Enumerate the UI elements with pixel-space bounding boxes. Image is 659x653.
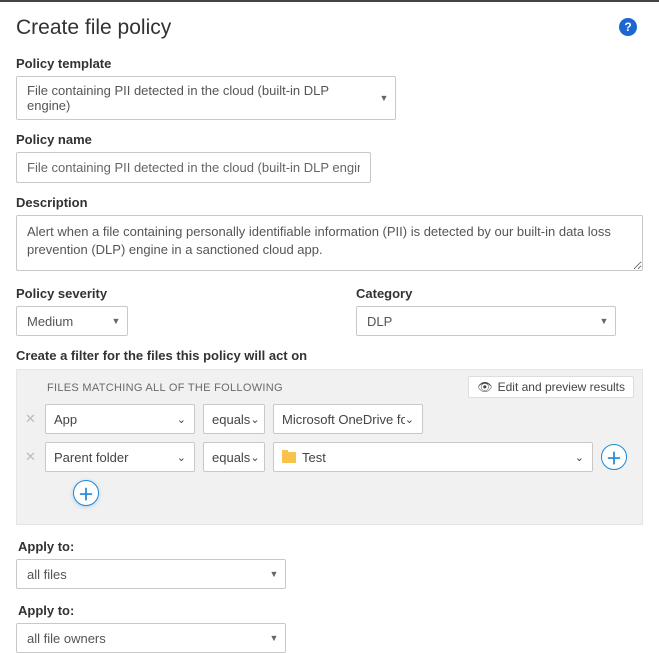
help-icon[interactable]: ? bbox=[619, 18, 637, 36]
eye-icon: 👁 bbox=[477, 380, 492, 394]
filter-value-select[interactable]: Microsoft OneDrive fo... ⌄ bbox=[273, 404, 423, 434]
description-label: Description bbox=[16, 195, 643, 210]
apply-to-files-value: all files bbox=[27, 567, 67, 582]
folder-icon bbox=[282, 452, 296, 463]
chevron-down-icon: ⌄ bbox=[405, 413, 414, 426]
apply-to-owners-label: Apply to: bbox=[18, 603, 643, 618]
apply-to-owners-value: all file owners bbox=[27, 631, 106, 646]
apply-to-label: Apply to: bbox=[18, 539, 643, 554]
policy-template-value: File containing PII detected in the clou… bbox=[27, 83, 367, 113]
policy-severity-value: Medium bbox=[27, 314, 73, 329]
chevron-down-icon: ⌄ bbox=[177, 413, 186, 426]
chevron-down-icon: ▼ bbox=[263, 560, 285, 588]
chevron-down-icon: ⌄ bbox=[575, 451, 584, 464]
chevron-down-icon: ▼ bbox=[263, 624, 285, 652]
category-value: DLP bbox=[367, 314, 392, 329]
add-value-button[interactable]: ＋ bbox=[601, 444, 627, 470]
filter-attr-select[interactable]: App ⌄ bbox=[45, 404, 195, 434]
filter-attr-select[interactable]: Parent folder ⌄ bbox=[45, 442, 195, 472]
filter-op-value: equals bbox=[212, 412, 250, 427]
chevron-down-icon: ⌄ bbox=[250, 451, 259, 464]
filter-row: ✕ App ⌄ equals ⌄ Microsoft OneDrive fo..… bbox=[45, 404, 630, 434]
filter-attr-value: App bbox=[54, 412, 77, 427]
apply-to-owners-select[interactable]: all file owners ▼ bbox=[16, 623, 286, 653]
chevron-down-icon: ▼ bbox=[105, 307, 127, 335]
chevron-down-icon: ⌄ bbox=[177, 451, 186, 464]
page-title: Create file policy bbox=[16, 16, 171, 40]
remove-filter-icon[interactable]: ✕ bbox=[25, 449, 36, 465]
filter-value: Test bbox=[302, 450, 326, 465]
add-filter-button[interactable]: ＋ bbox=[73, 480, 99, 506]
chevron-down-icon: ▼ bbox=[373, 77, 395, 119]
filter-attr-value: Parent folder bbox=[54, 450, 128, 465]
policy-template-label: Policy template bbox=[16, 56, 643, 71]
filter-value-select[interactable]: Test ⌄ bbox=[273, 442, 593, 472]
filter-op-value: equals bbox=[212, 450, 250, 465]
filter-box: 👁 Edit and preview results FILES MATCHIN… bbox=[16, 369, 643, 525]
description-textarea[interactable]: Alert when a file containing personally … bbox=[16, 215, 643, 271]
category-label: Category bbox=[356, 286, 643, 301]
remove-filter-icon[interactable]: ✕ bbox=[25, 411, 36, 427]
filter-heading: Create a filter for the files this polic… bbox=[16, 348, 643, 363]
filter-value: Microsoft OneDrive fo... bbox=[282, 412, 405, 427]
edit-preview-label: Edit and preview results bbox=[498, 380, 625, 394]
apply-to-files-select[interactable]: all files ▼ bbox=[16, 559, 286, 589]
filter-op-select[interactable]: equals ⌄ bbox=[203, 442, 265, 472]
filter-op-select[interactable]: equals ⌄ bbox=[203, 404, 265, 434]
policy-name-label: Policy name bbox=[16, 132, 643, 147]
chevron-down-icon: ▼ bbox=[593, 307, 615, 335]
policy-template-select[interactable]: File containing PII detected in the clou… bbox=[16, 76, 396, 120]
policy-severity-label: Policy severity bbox=[16, 286, 316, 301]
category-select[interactable]: DLP ▼ bbox=[356, 306, 616, 336]
filter-row: ✕ Parent folder ⌄ equals ⌄ Test ⌄ ＋ bbox=[45, 442, 630, 472]
policy-name-input[interactable] bbox=[16, 152, 371, 183]
edit-preview-button[interactable]: 👁 Edit and preview results bbox=[468, 376, 634, 398]
chevron-down-icon: ⌄ bbox=[250, 413, 259, 426]
policy-severity-select[interactable]: Medium ▼ bbox=[16, 306, 128, 336]
